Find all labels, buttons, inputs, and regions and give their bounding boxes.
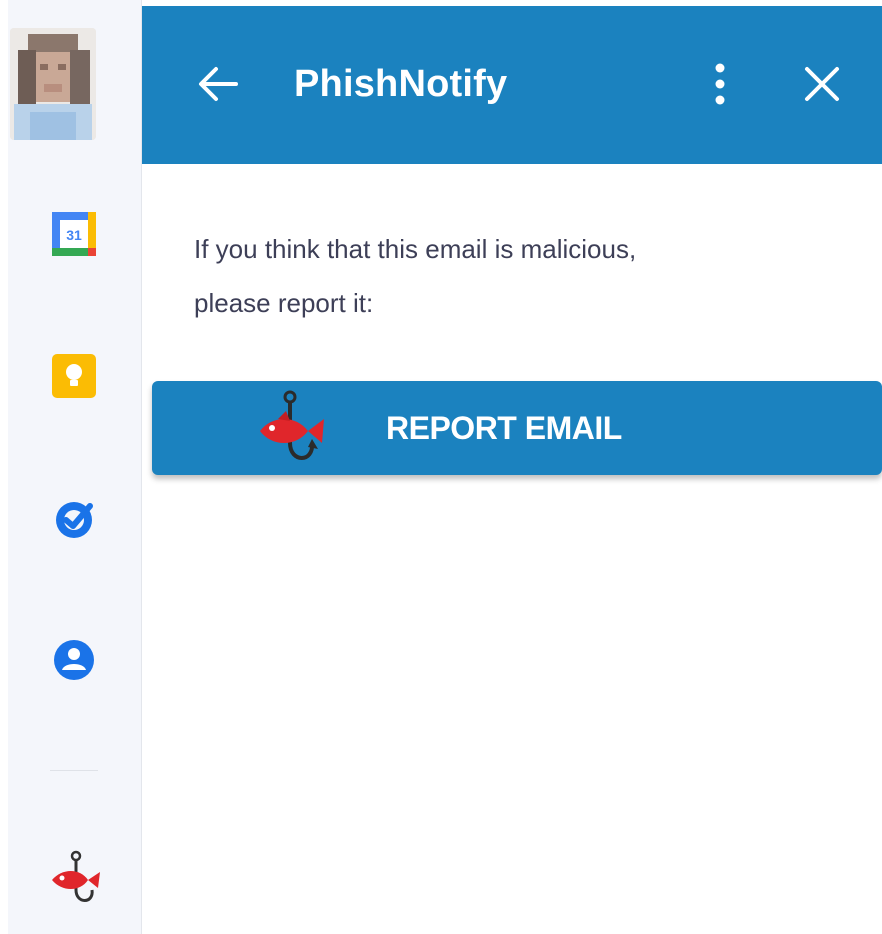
- calendar-day-text: 31: [66, 227, 82, 243]
- contacts-icon[interactable]: [50, 636, 98, 684]
- rail-divider: [50, 770, 98, 771]
- report-instructions: If you think that this email is maliciou…: [194, 222, 814, 330]
- rail-edge: [0, 0, 8, 934]
- phish-hook-icon: [256, 389, 328, 469]
- calendar-icon[interactable]: 31: [50, 210, 98, 258]
- avatar[interactable]: [10, 28, 96, 140]
- report-email-button[interactable]: REPORT EMAIL: [152, 381, 882, 475]
- phishnotify-panel: PhishNotify If you think that this email…: [142, 6, 882, 934]
- panel-header: PhishNotify: [142, 6, 882, 164]
- arrow-left-icon: [199, 67, 238, 101]
- tasks-icon[interactable]: [50, 494, 98, 542]
- message-line-1: If you think that this email is maliciou…: [194, 234, 637, 264]
- report-email-label: REPORT EMAIL: [386, 410, 622, 446]
- message-line-2: please report it:: [194, 288, 374, 318]
- keep-icon[interactable]: [50, 352, 98, 400]
- close-button[interactable]: [790, 52, 854, 116]
- back-button[interactable]: [186, 52, 250, 116]
- app-frame: 31 PhishNotify If you think that this em…: [0, 0, 882, 934]
- side-rail: 31: [0, 0, 142, 934]
- more-vertical-icon: [715, 63, 725, 105]
- more-options-button[interactable]: [688, 52, 752, 116]
- close-icon: [805, 67, 839, 101]
- panel-title: PhishNotify: [294, 63, 508, 105]
- phish-hook-icon[interactable]: [48, 850, 104, 910]
